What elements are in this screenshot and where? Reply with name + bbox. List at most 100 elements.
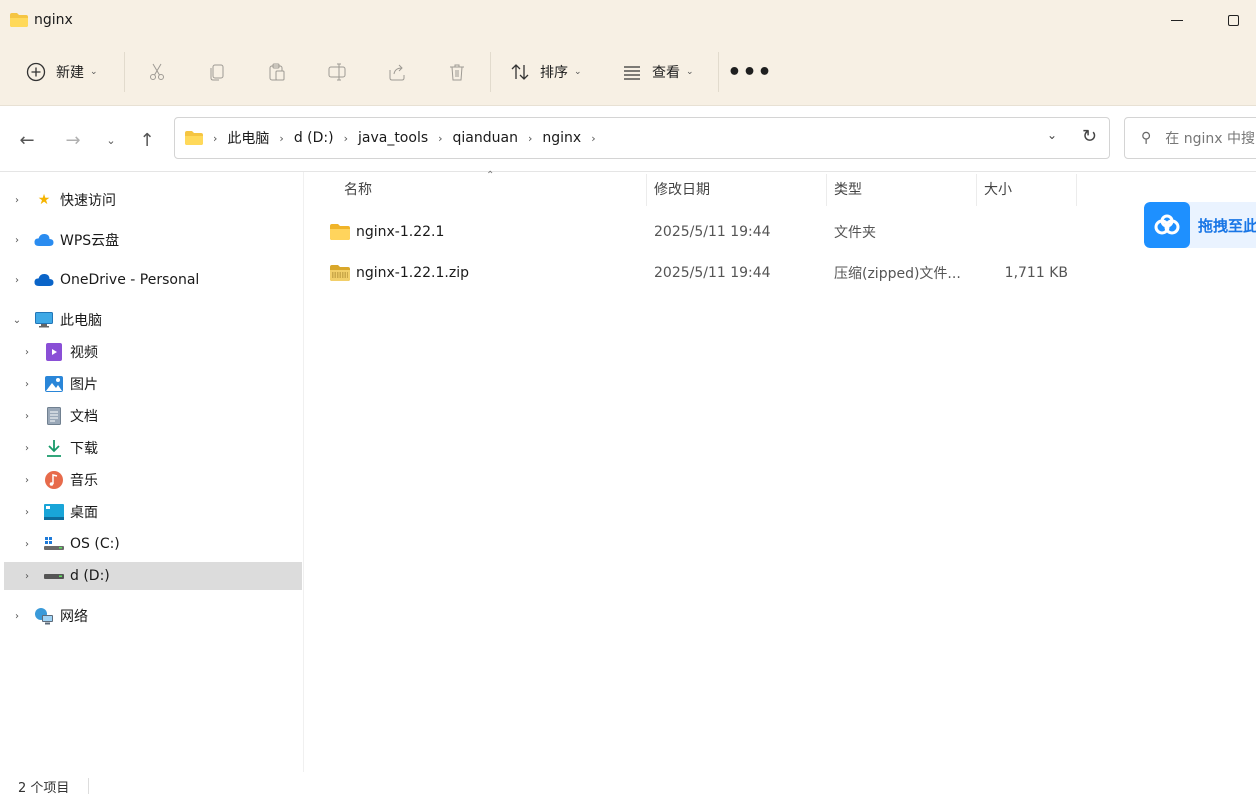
chevron-right-icon[interactable]: › (20, 507, 34, 518)
sidebar-item-quick-access[interactable]: › ★ 快速访问 (4, 186, 302, 214)
sidebar-item-drive-d[interactable]: › d (D:) (4, 562, 302, 590)
breadcrumb-drive-d[interactable]: d (D:) (294, 130, 334, 146)
breadcrumb-this-pc[interactable]: 此电脑 (227, 128, 269, 148)
more-options-button[interactable]: ••• (727, 52, 771, 92)
sidebar-item-desktop[interactable]: › 桌面 (4, 498, 302, 526)
forward-button[interactable]: → (58, 126, 88, 154)
refresh-button[interactable]: ↻ (1082, 126, 1097, 147)
address-bar[interactable]: › 此电脑 › d (D:) › java_tools › qianduan ›… (174, 117, 1110, 159)
title-bar: nginx (0, 0, 1256, 40)
column-divider[interactable] (976, 174, 977, 206)
sidebar-item-downloads[interactable]: › 下载 (4, 434, 302, 462)
file-size (984, 215, 1068, 249)
column-header-modified[interactable]: 修改日期 (654, 172, 824, 206)
breadcrumb-java-tools[interactable]: java_tools (358, 130, 428, 146)
sidebar-item-onedrive[interactable]: › OneDrive - Personal (4, 266, 302, 294)
item-count: 2 个项目 (18, 781, 70, 796)
paste-button[interactable] (257, 52, 297, 92)
chevron-right-icon[interactable]: › (20, 539, 34, 550)
maximize-icon (1227, 14, 1239, 26)
folder-icon (330, 224, 350, 240)
chevron-right-icon[interactable]: › (10, 235, 24, 246)
toolbar-divider (490, 52, 491, 92)
column-divider[interactable] (1076, 174, 1077, 206)
delete-button[interactable] (437, 52, 477, 92)
window-title: nginx (34, 12, 73, 28)
file-row[interactable]: nginx-1.22.1.zip 2025/5/11 19:44 压缩(zipp… (322, 256, 1082, 290)
minimize-icon (1171, 19, 1183, 21)
chevron-right-icon[interactable]: › (20, 347, 34, 358)
breadcrumb-nginx[interactable]: nginx (542, 130, 581, 146)
chevron-right-icon[interactable]: › (10, 275, 24, 286)
copy-button[interactable] (197, 52, 237, 92)
cut-button[interactable] (137, 52, 177, 92)
sidebar-item-label: 视频 (70, 345, 98, 361)
sidebar-item-label: 快速访问 (60, 193, 116, 209)
search-placeholder: 在 nginx 中搜 (1165, 131, 1255, 147)
sidebar-item-label: WPS云盘 (60, 233, 120, 249)
sort-button[interactable]: 排序 ⌄ (500, 52, 600, 92)
sidebar-item-drive-c[interactable]: › OS (C:) (4, 530, 302, 558)
view-button[interactable]: 查看 ⌄ (612, 52, 712, 92)
file-modified: 2025/5/11 19:44 (654, 224, 771, 240)
chevron-right-icon[interactable]: › (20, 379, 34, 390)
video-icon (44, 343, 64, 361)
this-pc-icon (34, 311, 54, 329)
sidebar-item-network[interactable]: › 网络 (4, 602, 302, 630)
chevron-right-icon[interactable]: › (20, 571, 34, 582)
column-divider[interactable] (826, 174, 827, 206)
sidebar-item-wps-cloud[interactable]: › WPS云盘 (4, 226, 302, 254)
sidebar-item-music[interactable]: › 音乐 (4, 466, 302, 494)
chevron-right-icon[interactable]: › (20, 475, 34, 486)
maximize-button[interactable] (1210, 0, 1256, 40)
column-header-label: 名称 (344, 182, 372, 198)
drive-c-icon (44, 535, 64, 553)
minimize-button[interactable] (1154, 0, 1200, 40)
share-button[interactable] (377, 52, 417, 92)
column-header-name[interactable]: 名称 (344, 172, 644, 206)
plus-circle-icon (26, 62, 46, 82)
cut-icon (150, 63, 164, 80)
sidebar-item-this-pc[interactable]: ⌄ 此电脑 (4, 306, 302, 334)
recent-locations-button[interactable]: ⌄ (96, 126, 126, 154)
wps-drop-target[interactable]: 拖拽至此 (1144, 202, 1256, 248)
chevron-right-icon[interactable]: › (279, 132, 283, 145)
drive-d-icon (44, 567, 64, 585)
chevron-right-icon[interactable]: › (528, 132, 532, 145)
file-row[interactable]: nginx-1.22.1 2025/5/11 19:44 文件夹 (322, 215, 1082, 249)
chevron-right-icon[interactable]: › (438, 132, 442, 145)
paste-icon (269, 63, 285, 81)
sidebar-item-pictures[interactable]: › 图片 (4, 370, 302, 398)
chevron-right-icon[interactable]: › (591, 132, 595, 145)
chevron-down-icon: ⌄ (1046, 128, 1057, 142)
file-type: 压缩(zipped)文件... (834, 266, 961, 282)
column-divider[interactable] (646, 174, 647, 206)
chevron-right-icon[interactable]: › (20, 443, 34, 454)
view-icon (624, 66, 640, 80)
chevron-right-icon[interactable]: › (20, 411, 34, 422)
column-header-label: 修改日期 (654, 182, 710, 198)
chevron-right-icon[interactable]: › (344, 132, 348, 145)
sidebar-item-documents[interactable]: › 文档 (4, 402, 302, 430)
address-history-button[interactable]: ⌄ (1047, 128, 1057, 142)
rename-button[interactable] (317, 52, 357, 92)
column-header-size[interactable]: 大小 (984, 172, 1074, 206)
sidebar-item-label: 文档 (70, 409, 98, 425)
onedrive-icon (34, 271, 54, 289)
back-button[interactable]: ← (12, 126, 42, 154)
up-button[interactable]: ↑ (132, 126, 162, 154)
chevron-right-icon[interactable]: › (10, 195, 24, 206)
sidebar-item-videos[interactable]: › 视频 (4, 338, 302, 366)
chevron-right-icon[interactable]: › (10, 611, 24, 622)
search-input[interactable]: ⚲ 在 nginx 中搜 (1124, 117, 1256, 159)
chevron-down-icon[interactable]: ⌄ (10, 315, 24, 326)
toolbar-divider (124, 52, 125, 92)
sidebar-item-label: 此电脑 (60, 313, 102, 329)
star-icon: ★ (37, 192, 51, 208)
breadcrumb-qianduan[interactable]: qianduan (453, 130, 518, 146)
column-header-label: 大小 (984, 182, 1012, 198)
new-button[interactable]: 新建 ⌄ (16, 52, 116, 92)
sidebar-item-label: 音乐 (70, 473, 98, 489)
column-header-type[interactable]: 类型 (834, 172, 974, 206)
chevron-down-icon: ⌄ (686, 67, 694, 77)
